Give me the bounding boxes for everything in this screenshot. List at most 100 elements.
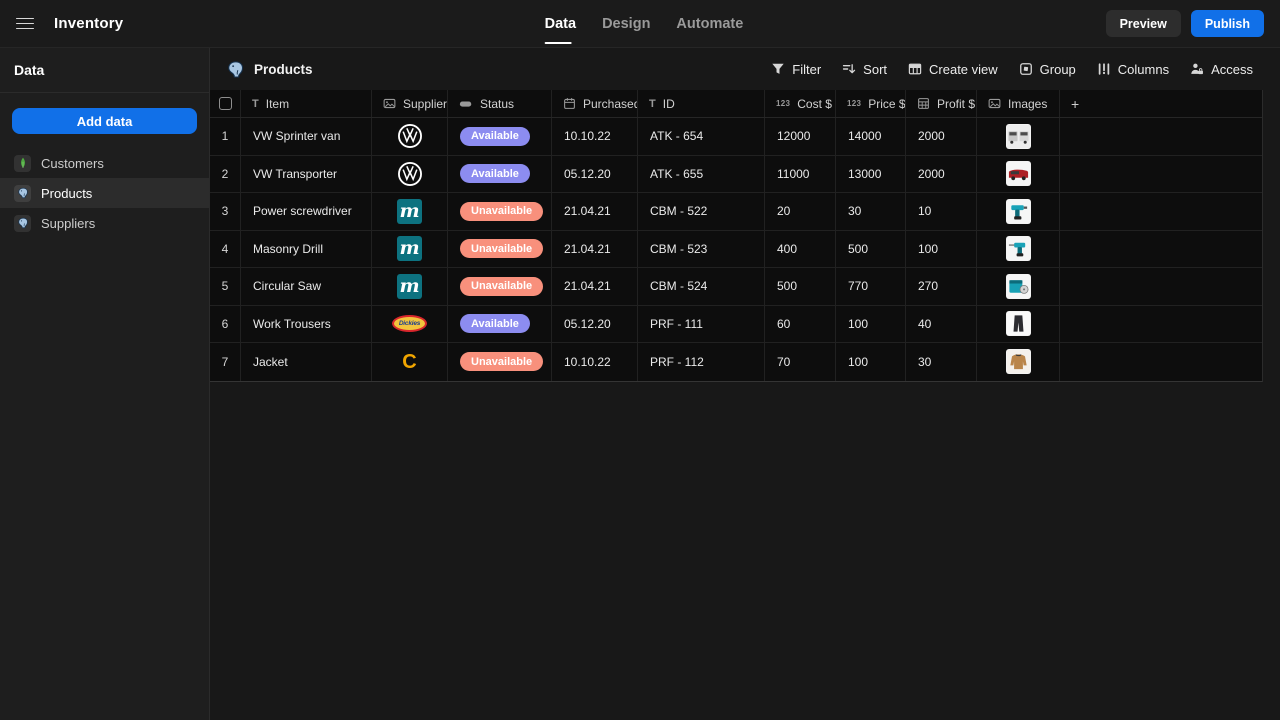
cell-extra[interactable] (1060, 156, 1262, 193)
column-header-select[interactable] (210, 90, 241, 117)
column-header-supplier[interactable]: Supplier (372, 90, 448, 117)
cell-extra[interactable] (1060, 118, 1262, 155)
cell-supplier[interactable]: C (372, 343, 448, 381)
column-header-status[interactable]: Status (448, 90, 552, 117)
cell-status[interactable]: Unavailable (448, 268, 552, 305)
filter-button[interactable]: Filter (771, 62, 821, 77)
cell-status[interactable]: Unavailable (448, 231, 552, 268)
cell-price[interactable]: 14000 (836, 118, 906, 155)
cell-id[interactable]: ATK - 654 (638, 118, 765, 155)
cell-images[interactable] (977, 268, 1060, 305)
cell-supplier[interactable]: m (372, 231, 448, 268)
cell-id[interactable]: PRF - 111 (638, 306, 765, 343)
cell-purchased[interactable]: 21.04.21 (552, 268, 638, 305)
cell-profit[interactable]: 270 (906, 268, 977, 305)
column-header-profit[interactable]: Profit $ (906, 90, 977, 117)
preview-button[interactable]: Preview (1106, 10, 1181, 37)
cell-extra[interactable] (1060, 193, 1262, 230)
cell-purchased[interactable]: 05.12.20 (552, 306, 638, 343)
hamburger-menu-icon[interactable] (16, 18, 34, 30)
cell-status[interactable]: Available (448, 306, 552, 343)
column-header-images[interactable]: Images (977, 90, 1060, 117)
publish-button[interactable]: Publish (1191, 10, 1264, 37)
cell-profit[interactable]: 30 (906, 343, 977, 381)
cell-item[interactable]: Work Trousers (241, 306, 372, 343)
cell-supplier[interactable]: m (372, 193, 448, 230)
cell-purchased[interactable]: 10.10.22 (552, 343, 638, 381)
cell-status[interactable]: Available (448, 156, 552, 193)
cell-images[interactable] (977, 156, 1060, 193)
cell-item[interactable]: Circular Saw (241, 268, 372, 305)
cell-price[interactable]: 30 (836, 193, 906, 230)
column-header-cost[interactable]: 123Cost $ (765, 90, 836, 117)
cell-cost[interactable]: 70 (765, 343, 836, 381)
cell-profit[interactable]: 100 (906, 231, 977, 268)
table-row[interactable]: 2 VW Transporter Available 05.12.20 ATK … (210, 156, 1262, 194)
cell-images[interactable] (977, 118, 1060, 155)
table-row[interactable]: 7 Jacket C Unavailable 10.10.22 PRF - 11… (210, 343, 1262, 381)
cell-cost[interactable]: 400 (765, 231, 836, 268)
cell-id[interactable]: CBM - 523 (638, 231, 765, 268)
table-row[interactable]: 3 Power screwdriver m Unavailable 21.04.… (210, 193, 1262, 231)
cell-profit[interactable]: 2000 (906, 156, 977, 193)
cell-purchased[interactable]: 10.10.22 (552, 118, 638, 155)
column-header-item[interactable]: TItem (241, 90, 372, 117)
tab-automate[interactable]: Automate (676, 0, 743, 47)
cell-id[interactable]: CBM - 524 (638, 268, 765, 305)
tab-data[interactable]: Data (545, 0, 576, 47)
column-header-[interactable]: + (1060, 90, 1262, 117)
tab-design[interactable]: Design (602, 0, 650, 47)
sidebar-item-customers[interactable]: Customers (0, 148, 209, 178)
table-row[interactable]: 5 Circular Saw m Unavailable 21.04.21 CB… (210, 268, 1262, 306)
cell-id[interactable]: CBM - 522 (638, 193, 765, 230)
cell-cost[interactable]: 60 (765, 306, 836, 343)
cell-cost[interactable]: 12000 (765, 118, 836, 155)
table-row[interactable]: 6 Work Trousers Dickies Available 05.12.… (210, 306, 1262, 344)
cell-cost[interactable]: 500 (765, 268, 836, 305)
cell-extra[interactable] (1060, 268, 1262, 305)
cell-supplier[interactable] (372, 118, 448, 155)
add-data-button[interactable]: Add data (12, 108, 197, 134)
column-header-purchased[interactable]: Purchased (552, 90, 638, 117)
cell-images[interactable] (977, 306, 1060, 343)
sidebar-item-suppliers[interactable]: Suppliers (0, 208, 209, 238)
cell-item[interactable]: Jacket (241, 343, 372, 381)
cell-cost[interactable]: 20 (765, 193, 836, 230)
cell-extra[interactable] (1060, 306, 1262, 343)
group-button[interactable]: Group (1019, 62, 1076, 77)
column-header-id[interactable]: TID (638, 90, 765, 117)
cell-id[interactable]: ATK - 655 (638, 156, 765, 193)
cell-images[interactable] (977, 231, 1060, 268)
cell-profit[interactable]: 40 (906, 306, 977, 343)
cell-images[interactable] (977, 193, 1060, 230)
sidebar-item-products[interactable]: Products (0, 178, 209, 208)
cell-price[interactable]: 770 (836, 268, 906, 305)
cell-item[interactable]: VW Sprinter van (241, 118, 372, 155)
cell-profit[interactable]: 2000 (906, 118, 977, 155)
cell-supplier[interactable]: Dickies (372, 306, 448, 343)
cell-extra[interactable] (1060, 343, 1262, 381)
cell-supplier[interactable] (372, 156, 448, 193)
cell-purchased[interactable]: 05.12.20 (552, 156, 638, 193)
cell-status[interactable]: Unavailable (448, 193, 552, 230)
cell-price[interactable]: 100 (836, 343, 906, 381)
cell-price[interactable]: 13000 (836, 156, 906, 193)
cell-item[interactable]: Power screwdriver (241, 193, 372, 230)
cell-price[interactable]: 100 (836, 306, 906, 343)
table-row[interactable]: 1 VW Sprinter van Available 10.10.22 ATK… (210, 118, 1262, 156)
cell-profit[interactable]: 10 (906, 193, 977, 230)
columns-button[interactable]: Columns (1097, 62, 1169, 77)
cell-cost[interactable]: 11000 (765, 156, 836, 193)
cell-status[interactable]: Unavailable (448, 343, 552, 381)
cell-status[interactable]: Available (448, 118, 552, 155)
cell-price[interactable]: 500 (836, 231, 906, 268)
cell-purchased[interactable]: 21.04.21 (552, 193, 638, 230)
cell-id[interactable]: PRF - 112 (638, 343, 765, 381)
sort-button[interactable]: Sort (842, 62, 887, 77)
cell-supplier[interactable]: m (372, 268, 448, 305)
cell-item[interactable]: Masonry Drill (241, 231, 372, 268)
table-row[interactable]: 4 Masonry Drill m Unavailable 21.04.21 C… (210, 231, 1262, 269)
cell-images[interactable] (977, 343, 1060, 381)
column-header-price[interactable]: 123Price $ (836, 90, 906, 117)
cell-purchased[interactable]: 21.04.21 (552, 231, 638, 268)
